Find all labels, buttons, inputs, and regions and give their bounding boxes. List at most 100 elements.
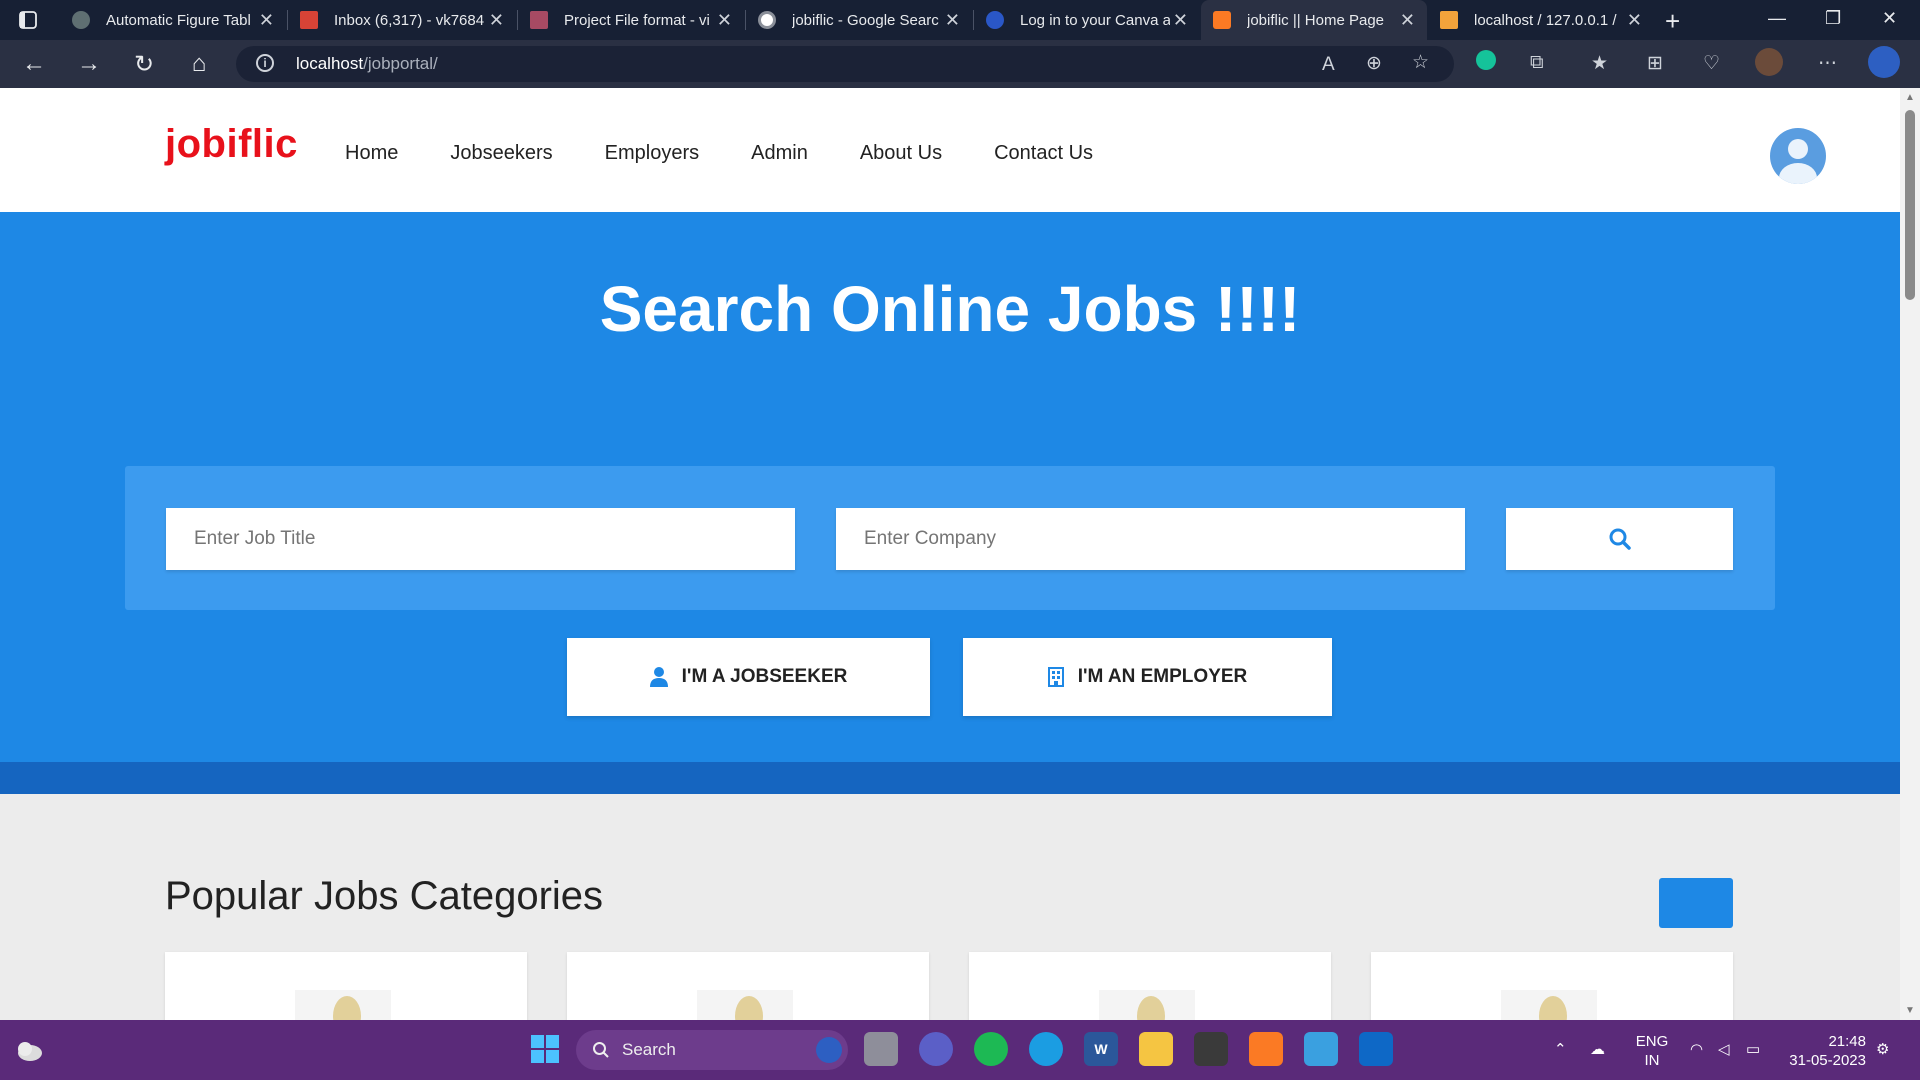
- clock-date: 31-05-2023: [1789, 1052, 1866, 1069]
- file-explorer-icon[interactable]: [1139, 1032, 1173, 1066]
- teams-icon[interactable]: [919, 1032, 953, 1066]
- restore-icon[interactable]: ❐: [1825, 8, 1841, 29]
- close-tab-icon[interactable]: ✕: [1627, 10, 1642, 31]
- category-image: [1099, 990, 1195, 1020]
- tab-title: jobiflic || Home Page: [1247, 11, 1385, 29]
- category-image: [1501, 990, 1597, 1020]
- phpmyadmin-favicon-icon: [1440, 11, 1458, 29]
- category-card[interactable]: [969, 952, 1331, 1020]
- browser-tab[interactable]: Automatic Figure Tabl ✕: [60, 0, 286, 40]
- word-icon[interactable]: W: [1084, 1032, 1118, 1066]
- onedrive-icon[interactable]: ☁: [1590, 1040, 1605, 1058]
- close-tab-icon[interactable]: ✕: [259, 10, 274, 31]
- categories-view-all-button[interactable]: [1659, 878, 1733, 928]
- zoom-icon[interactable]: ⊕: [1366, 52, 1382, 75]
- close-tab-icon[interactable]: ✕: [489, 10, 504, 31]
- read-aloud-icon[interactable]: A: [1322, 54, 1335, 76]
- company-input[interactable]: [836, 508, 1465, 570]
- gmail-favicon-icon: [530, 11, 548, 29]
- profile-avatar[interactable]: [1755, 48, 1783, 76]
- notification-settings-icon[interactable]: ⚙: [1876, 1040, 1889, 1058]
- minimize-icon[interactable]: —: [1768, 8, 1786, 29]
- browser-tab[interactable]: Inbox (6,317) - vk7684 ✕: [288, 0, 516, 40]
- edge-icon[interactable]: [1029, 1032, 1063, 1066]
- bing-chat-icon[interactable]: [1868, 46, 1900, 78]
- tab-title: Inbox (6,317) - vk7684: [334, 11, 484, 29]
- weather-icon[interactable]: [14, 1038, 44, 1062]
- category-image: [295, 990, 391, 1020]
- page-scrollbar[interactable]: ▲ ▼: [1900, 88, 1920, 1020]
- clock-time: 21:48: [1828, 1033, 1866, 1050]
- new-tab-icon[interactable]: +: [1665, 6, 1680, 37]
- refresh-icon[interactable]: ↻: [130, 50, 158, 78]
- close-tab-icon[interactable]: ✕: [717, 10, 732, 31]
- system-clock[interactable]: 21:48 31-05-2023: [1782, 1032, 1866, 1070]
- category-card[interactable]: [567, 952, 929, 1020]
- media-app-icon[interactable]: [1194, 1032, 1228, 1066]
- taskbar-search[interactable]: Search: [576, 1030, 848, 1070]
- windows-start-icon[interactable]: [528, 1032, 562, 1066]
- job-search-panel: [125, 466, 1775, 610]
- favorites-icon[interactable]: ★: [1591, 52, 1608, 75]
- task-view-icon[interactable]: [864, 1032, 898, 1066]
- bing-icon[interactable]: [816, 1037, 842, 1063]
- add-favorite-icon[interactable]: ☆: [1412, 51, 1429, 74]
- scrollbar-thumb[interactable]: [1905, 110, 1915, 300]
- language-indicator[interactable]: ENG IN: [1634, 1032, 1670, 1070]
- home-icon[interactable]: ⌂: [185, 50, 213, 78]
- windows-taskbar: Search W ⌃ ☁ ENG IN ◠ ◁ ▭ 21:48 31-05-20…: [0, 1020, 1920, 1080]
- url-text[interactable]: localhost/jobportal/: [296, 54, 438, 74]
- category-card[interactable]: [1371, 952, 1733, 1020]
- vscode-icon[interactable]: [1359, 1032, 1393, 1066]
- notepad-icon[interactable]: [1304, 1032, 1338, 1066]
- browser-tab[interactable]: localhost / 127.0.0.1 / ✕: [1428, 0, 1654, 40]
- nav-admin[interactable]: Admin: [751, 142, 808, 165]
- back-icon[interactable]: ←: [20, 50, 48, 78]
- job-title-input[interactable]: [166, 508, 795, 570]
- language-code: ENG: [1635, 1033, 1669, 1050]
- browser-tab[interactable]: Log in to your Canva a ✕: [974, 0, 1200, 40]
- close-window-icon[interactable]: ✕: [1882, 8, 1897, 29]
- site-info-icon[interactable]: i: [256, 54, 274, 72]
- hero-section: Search Online Jobs !!!! I'M A JOBSEEKER …: [0, 212, 1900, 762]
- close-tab-icon[interactable]: ✕: [1173, 10, 1188, 31]
- grammarly-icon[interactable]: [1476, 50, 1496, 70]
- region-code: IN: [1644, 1052, 1660, 1069]
- category-image: [697, 990, 793, 1020]
- volume-icon[interactable]: ◁: [1718, 1040, 1730, 1058]
- nav-employers[interactable]: Employers: [605, 142, 699, 165]
- close-tab-icon[interactable]: ✕: [945, 10, 960, 31]
- taskbar-search-label: Search: [622, 1040, 676, 1059]
- more-menu-icon[interactable]: ⋯: [1818, 52, 1837, 75]
- extensions-icon[interactable]: ⧉: [1530, 52, 1544, 74]
- site-logo[interactable]: jobiflic: [165, 122, 298, 167]
- browser-tab-active[interactable]: jobiflic || Home Page ✕: [1201, 0, 1427, 40]
- close-tab-icon[interactable]: ✕: [1400, 10, 1415, 31]
- gmail-favicon-icon: [300, 11, 318, 29]
- nav-jobseekers[interactable]: Jobseekers: [450, 142, 552, 165]
- forward-icon[interactable]: →: [75, 50, 103, 78]
- scroll-down-icon[interactable]: ▼: [1905, 1005, 1915, 1016]
- battery-icon[interactable]: ▭: [1746, 1040, 1760, 1058]
- spotify-icon[interactable]: [974, 1032, 1008, 1066]
- web-page: jobiflic Home Jobseekers Employers Admin…: [0, 88, 1900, 1020]
- jobseeker-button[interactable]: I'M A JOBSEEKER: [567, 638, 930, 716]
- wifi-icon[interactable]: ◠: [1690, 1040, 1703, 1058]
- address-bar[interactable]: i localhost/jobportal/ A ⊕ ☆: [236, 46, 1454, 82]
- category-card[interactable]: [165, 952, 527, 1020]
- employer-button[interactable]: I'M AN EMPLOYER: [963, 638, 1332, 716]
- browser-tab[interactable]: jobiflic - Google Searc ✕: [746, 0, 972, 40]
- user-avatar-icon[interactable]: [1770, 128, 1826, 184]
- browser-tab[interactable]: Project File format - vi ✕: [518, 0, 744, 40]
- nav-contact-us[interactable]: Contact Us: [994, 142, 1093, 165]
- jobseeker-button-label: I'M A JOBSEEKER: [681, 666, 848, 687]
- collections-icon[interactable]: ⊞: [1647, 52, 1663, 75]
- search-button[interactable]: [1506, 508, 1733, 570]
- nav-home[interactable]: Home: [345, 142, 398, 165]
- scroll-up-icon[interactable]: ▲: [1905, 92, 1915, 103]
- tab-actions-icon[interactable]: [16, 8, 40, 32]
- xampp-icon[interactable]: [1249, 1032, 1283, 1066]
- browser-essentials-icon[interactable]: ♡: [1703, 52, 1720, 75]
- show-hidden-icons-icon[interactable]: ⌃: [1554, 1040, 1567, 1058]
- nav-about-us[interactable]: About Us: [860, 142, 942, 165]
